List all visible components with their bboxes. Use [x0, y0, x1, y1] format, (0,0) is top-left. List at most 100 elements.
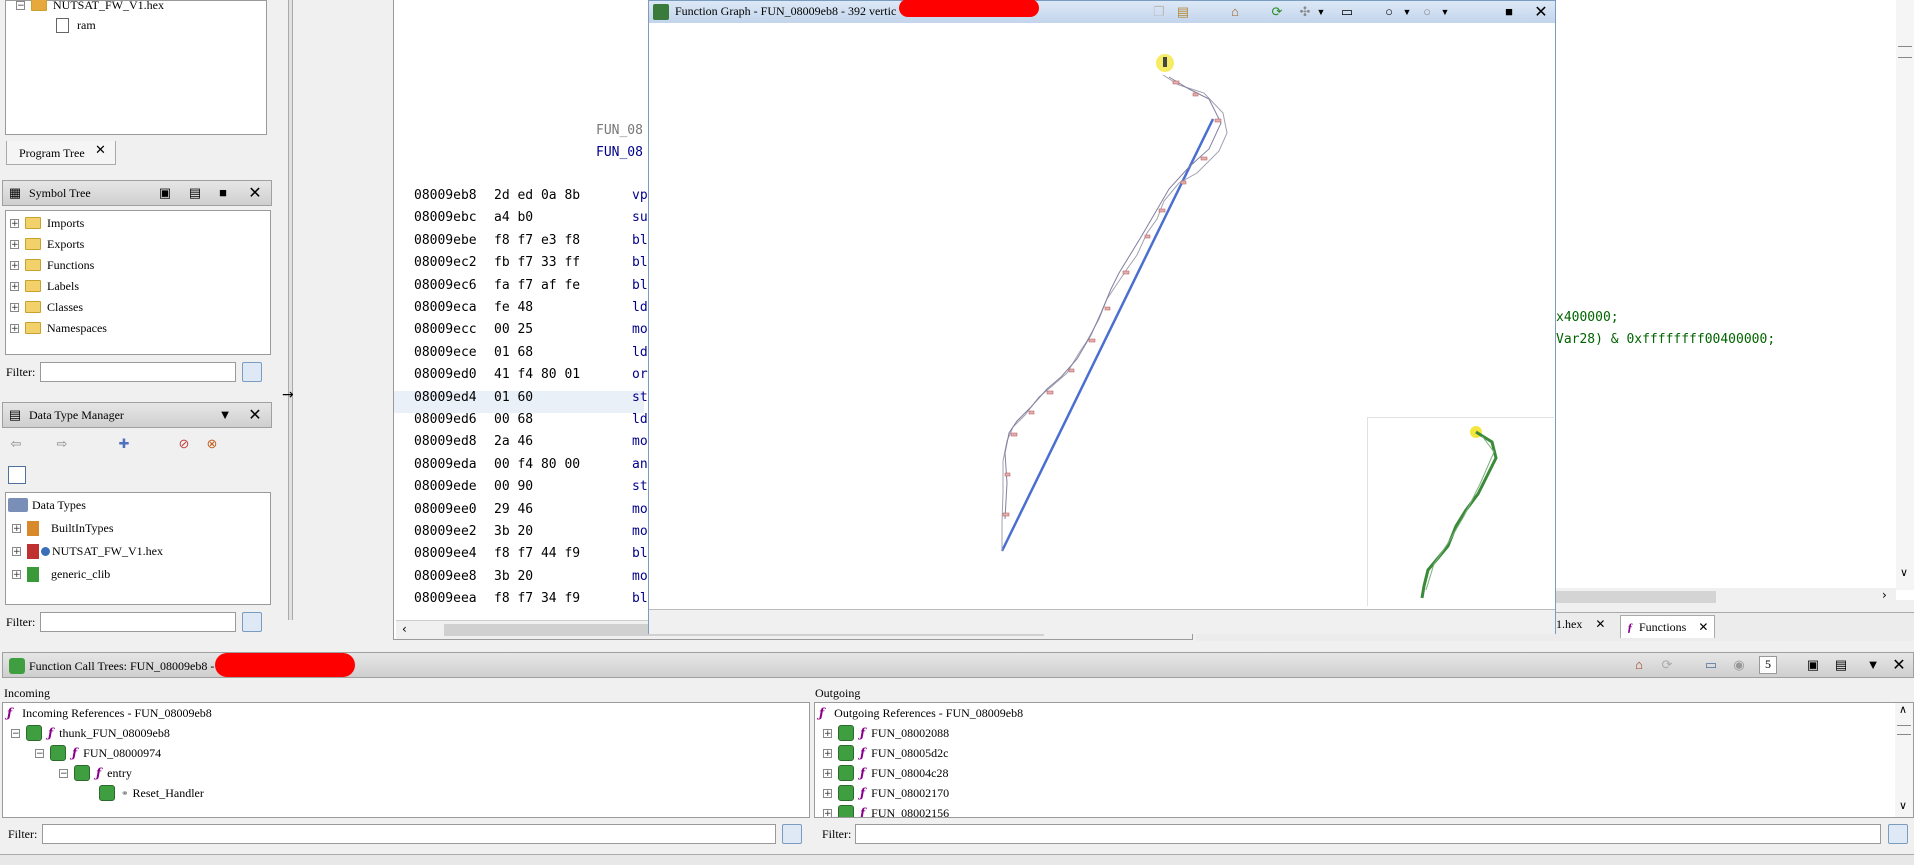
tab-hex[interactable]: 1.hex ✕ — [1556, 617, 1605, 637]
incoming-filter-input[interactable] — [42, 824, 776, 844]
dropdown-icon[interactable]: ▼ — [1437, 4, 1453, 20]
expand-icon[interactable]: + — [823, 768, 832, 778]
listing-address: 08009eca — [414, 300, 477, 315]
graph-icon — [653, 4, 669, 20]
graph-node — [1068, 368, 1075, 373]
decompiler-line: x400000; — [1556, 310, 1619, 325]
function-icon: ƒ — [860, 806, 866, 818]
expand-icon[interactable]: + — [823, 748, 832, 758]
listing-mnemonic: mo — [632, 501, 648, 517]
function-icon: ƒ — [860, 746, 866, 760]
program-tree-root[interactable]: − NUTSAT_FW_V1.hex — [16, 0, 164, 15]
incoming-item[interactable]: − ƒ FUN_08000974 — [35, 743, 161, 763]
paste-icon[interactable]: ▤ — [1175, 4, 1191, 20]
home-icon[interactable]: ⌂ — [1631, 657, 1647, 673]
export-icon[interactable]: ▣ — [1805, 657, 1821, 673]
outgoing-tree-panel: ƒ Outgoing References - FUN_08009eb8 + ƒ F… — [814, 702, 1914, 818]
tab-program-tree[interactable]: Program Tree ✕ — [6, 141, 116, 165]
scroll-right-icon[interactable]: › — [1882, 588, 1887, 602]
graph-path — [1004, 76, 1222, 520]
refresh-icon[interactable]: ⟳ — [1659, 657, 1675, 673]
scroll-thumb[interactable] — [1898, 46, 1912, 58]
incoming-root[interactable]: ƒ Incoming References - FUN_08009eb8 — [7, 703, 212, 723]
expand-icon[interactable]: + — [823, 788, 832, 798]
incoming-item[interactable]: ⚭ Reset_Handler — [99, 783, 204, 803]
copy-icon[interactable]: ❐ — [1151, 4, 1167, 20]
call-trees-header: Function Call Trees: FUN_08009eb8 - ⌂ ⟳ … — [2, 652, 1914, 678]
incoming-item[interactable]: − ƒ entry — [59, 763, 132, 783]
scroll-down-icon[interactable]: ∨ — [1899, 799, 1907, 812]
outgoing-item[interactable]: + ƒ FUN_08004c28 — [823, 763, 949, 783]
link-icon: ⚭ — [121, 787, 129, 798]
function-graph-titlebar[interactable]: Function Graph - FUN_08009eb8 - 392 vert… — [649, 0, 1555, 23]
function-graph-window: Function Graph - FUN_08009eb8 - 392 vert… — [648, 0, 1556, 634]
layout-icon[interactable]: ✣ — [1297, 4, 1313, 20]
outgoing-filter-input[interactable] — [855, 824, 1881, 844]
call-tree-icon — [838, 725, 854, 741]
scroll-thumb[interactable] — [1556, 591, 1716, 603]
satellite-path — [1420, 430, 1498, 599]
menu-dropdown-icon[interactable]: ▼ — [1865, 657, 1881, 673]
depth-spinner[interactable]: 5 — [1759, 656, 1777, 674]
incoming-item-label: entry — [107, 765, 132, 780]
program-tree-child[interactable]: ram — [56, 15, 96, 35]
scroll-thumb[interactable] — [1897, 725, 1911, 735]
close-icon[interactable]: ✕ — [1595, 617, 1605, 631]
graph-node — [1004, 472, 1011, 477]
import-icon[interactable]: ▤ — [1833, 657, 1849, 673]
close-icon[interactable]: ✕ — [95, 143, 106, 158]
outgoing-root-label: Outgoing References - FUN_08009eb8 — [834, 705, 1024, 720]
call-tree-icon — [838, 765, 854, 781]
incoming-item[interactable]: − ƒ thunk_FUN_08009eb8 — [11, 723, 170, 743]
incoming-label: Incoming — [4, 686, 50, 700]
dropdown-icon[interactable]: ▼ — [1313, 4, 1329, 20]
listing-bytes: 2d ed 0a 8b — [494, 188, 581, 203]
satellite-view-icon[interactable]: ▭ — [1339, 4, 1355, 20]
collapse-icon[interactable]: − — [35, 748, 44, 758]
outgoing-item[interactable]: + ƒ FUN_08002088 — [823, 723, 949, 743]
redaction-mark — [215, 653, 355, 677]
outgoing-item[interactable]: + ƒ FUN_08002170 — [823, 783, 949, 803]
expand-view-icon[interactable]: ▭ — [1703, 657, 1719, 673]
incoming-item-label: thunk_FUN_08009eb8 — [59, 725, 170, 740]
outgoing-vertical-scrollbar[interactable]: ∧ ∨ — [1895, 703, 1913, 817]
listing-address: 08009ec6 — [414, 277, 477, 293]
eye-icon[interactable]: ◉ — [1731, 657, 1747, 673]
tab-functions[interactable]: ƒ Functions ✕ — [1620, 615, 1716, 638]
filter-options-icon[interactable] — [1888, 824, 1908, 844]
home-icon[interactable]: ⌂ — [1227, 4, 1243, 20]
listing-address: 08009ee8 — [414, 568, 477, 584]
close-icon[interactable]: ✕ — [1533, 2, 1549, 21]
redaction-mark — [899, 0, 1039, 17]
snapshot-icon[interactable]: ■ — [1501, 4, 1517, 20]
dropdown-icon[interactable]: ▼ — [1399, 4, 1415, 20]
outgoing-item[interactable]: + ƒ FUN_08005d2c — [823, 743, 949, 763]
satellite-view[interactable] — [1367, 417, 1554, 606]
expand-icon[interactable]: + — [823, 808, 832, 817]
outgoing-root[interactable]: ƒ Outgoing References - FUN_08009eb8 — [819, 703, 1023, 723]
close-icon[interactable]: ✕ — [1891, 655, 1907, 674]
expand-icon[interactable]: + — [823, 728, 832, 738]
close-icon[interactable]: ✕ — [1698, 620, 1708, 634]
scroll-down-icon[interactable]: ∨ — [1900, 566, 1908, 579]
outgoing-item[interactable]: + ƒ FUN_08002156 — [823, 803, 950, 818]
collapse-icon[interactable]: − — [11, 728, 20, 738]
scroll-up-icon[interactable]: ∧ — [1899, 703, 1907, 716]
decompiler-vertical-scrollbar[interactable]: ∨ — [1896, 0, 1914, 590]
hover-highlight-icon[interactable]: ○ — [1381, 4, 1397, 20]
collapse-icon[interactable]: − — [16, 0, 25, 10]
incoming-root-label: Incoming References - FUN_08009eb8 — [22, 705, 212, 720]
collapse-icon[interactable]: − — [59, 768, 68, 778]
listing-mnemonic: mo — [632, 434, 648, 450]
focus-highlight-icon[interactable]: ○ — [1419, 4, 1435, 20]
function-graph-statusbar — [649, 609, 1555, 634]
refresh-icon[interactable]: ⟳ — [1269, 4, 1285, 20]
graph-node — [1214, 118, 1222, 123]
listing-bytes: 01 68 — [494, 344, 534, 360]
function-label: FUN_08 — [596, 123, 643, 138]
outgoing-item-label: FUN_08002156 — [871, 805, 950, 818]
filter-options-icon[interactable] — [782, 824, 802, 844]
scroll-left-icon[interactable]: ‹ — [402, 622, 407, 636]
decompiler-panel — [1556, 0, 1914, 600]
decompiler-horizontal-scrollbar[interactable]: › — [1556, 588, 1896, 606]
